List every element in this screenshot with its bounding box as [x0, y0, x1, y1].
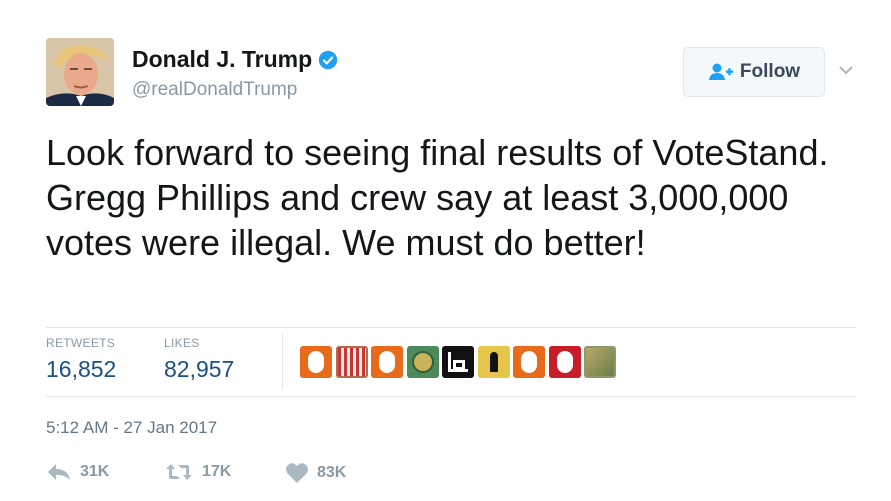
- chevron-down-icon[interactable]: [838, 64, 854, 76]
- likes-label: LIKES: [164, 336, 200, 350]
- likes-stat[interactable]: LIKES 82,957: [164, 336, 234, 383]
- photo-avatar-icon[interactable]: [584, 346, 616, 378]
- user-name[interactable]: Donald J. Trump: [132, 46, 312, 73]
- reply-button[interactable]: 31K: [46, 462, 109, 482]
- like-button[interactable]: 83K: [285, 462, 346, 484]
- stats-vertical-divider: [282, 334, 283, 390]
- orange-avatar-icon[interactable]: [513, 346, 545, 378]
- tweet-text: Look forward to seeing final results of …: [46, 132, 829, 263]
- follow-person-plus-icon: [708, 63, 733, 80]
- user-handle[interactable]: @realDonaldTrump: [132, 79, 297, 101]
- red-avatar-icon[interactable]: [548, 346, 581, 378]
- follow-button-label: Follow: [739, 61, 801, 82]
- retweets-stat[interactable]: RETWEETS 16,852: [46, 336, 116, 383]
- like-count: 83K: [317, 464, 347, 481]
- retweet-icon: [166, 464, 192, 480]
- seal-avatar-icon[interactable]: [406, 346, 439, 378]
- retweet-button[interactable]: 17K: [164, 462, 231, 482]
- user-name-row: Donald J. Trump: [132, 46, 338, 73]
- reply-count: 31K: [80, 463, 110, 480]
- tweet-timestamp[interactable]: 5:12 AM - 27 Jan 2017: [46, 418, 217, 438]
- liker-avatars: [300, 346, 620, 378]
- heart-icon: [286, 463, 308, 483]
- follow-button[interactable]: Follow: [683, 47, 825, 97]
- profile-photo-icon: [46, 38, 114, 106]
- stats-top-divider: [46, 327, 856, 328]
- flag-avatar-icon[interactable]: [335, 346, 368, 378]
- retweet-count: 17K: [202, 463, 232, 480]
- retweets-label: RETWEETS: [46, 336, 116, 350]
- retweets-value: 16,852: [46, 356, 117, 382]
- letter-b-avatar-icon[interactable]: [442, 346, 474, 378]
- reply-arrow-icon: [48, 464, 70, 480]
- orange-avatar-icon[interactable]: [371, 346, 403, 378]
- orange-avatar-icon[interactable]: [300, 346, 332, 378]
- likes-value: 82,957: [164, 356, 235, 382]
- stats-bottom-divider: [46, 396, 856, 397]
- silhouette-avatar-icon[interactable]: [477, 346, 510, 378]
- user-avatar[interactable]: [46, 38, 114, 106]
- verified-badge-icon: [319, 50, 338, 69]
